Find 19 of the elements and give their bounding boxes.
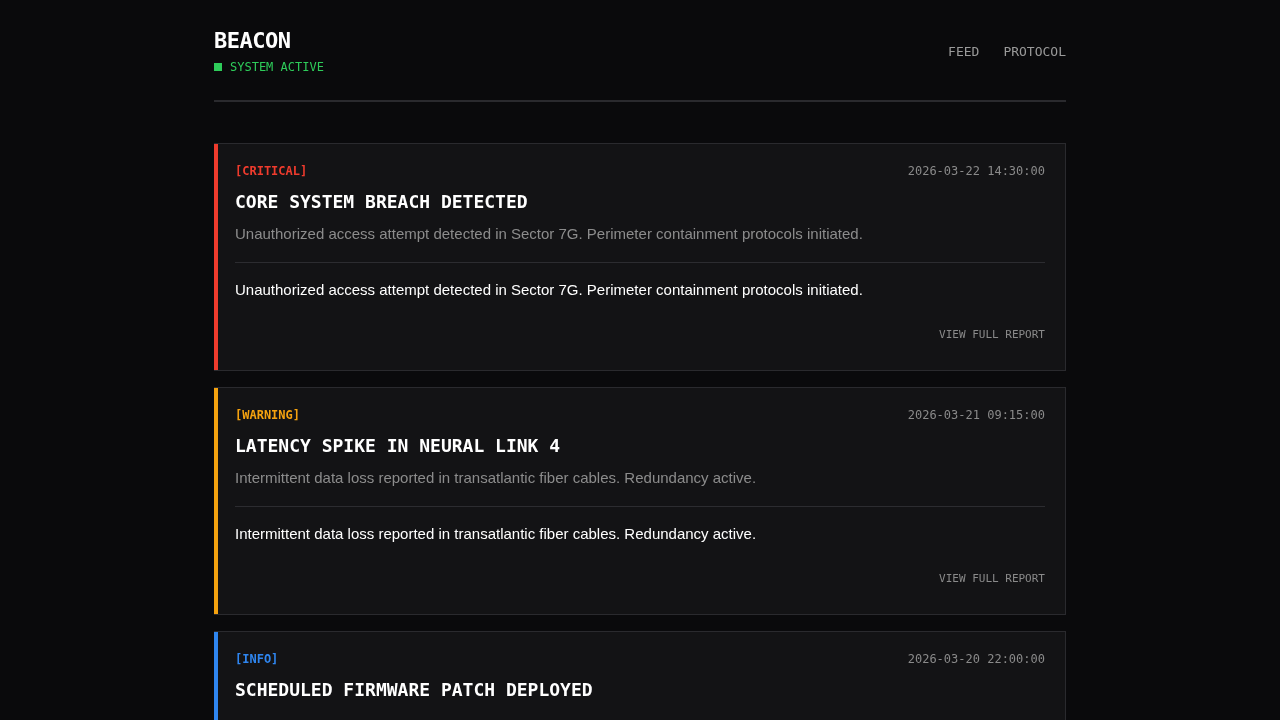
timestamp: 2026-03-21 09:15:00 — [907, 408, 1045, 422]
alert-title: SCHEDULED FIRMWARE PATCH DEPLOYED — [235, 678, 594, 702]
view-report-link[interactable]: VIEW FULL REPORT — [939, 572, 1045, 585]
brand-title: BEACON — [214, 28, 291, 54]
alert-summary: Intermittent data loss reported in transatlantic fiber cables. Redundancy active. — [235, 468, 758, 488]
status-label: SYSTEM ACTIVE — [230, 60, 324, 74]
alert-summary: Unauthorized access attempt detected in Sector 7G. Perimeter containment protocols initiated. — [235, 224, 864, 244]
timestamp: 2026-03-20 22:00:00 — [907, 652, 1045, 666]
view-report-link[interactable]: VIEW FULL REPORT — [939, 328, 1045, 341]
severity-tag: [CRITICAL] — [235, 164, 308, 178]
severity-tag: [INFO] — [235, 652, 279, 666]
alert-details: Unauthorized access attempt detected in Sector 7G. Perimeter containment protocols initiated. — [235, 280, 864, 300]
timestamp: 2026-03-22 14:30:00 — [907, 164, 1045, 178]
severity-tag: [WARNING] — [235, 408, 301, 422]
alert-title: LATENCY SPIKE IN NEURAL LINK 4 — [235, 434, 562, 458]
nav-link[interactable]: PROTOCOL — [1003, 44, 1066, 59]
nav-link[interactable]: FEED — [948, 44, 980, 59]
alert-title: CORE SYSTEM BREACH DETECTED — [235, 190, 529, 214]
alert-details: Intermittent data loss reported in transatlantic fiber cables. Redundancy active. — [235, 524, 758, 544]
